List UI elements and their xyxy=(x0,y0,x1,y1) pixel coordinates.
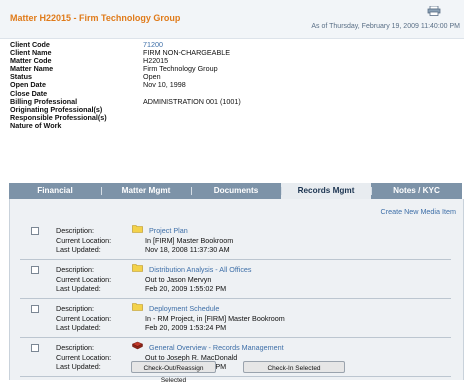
folder-icon xyxy=(132,263,143,272)
info-label: Nature of Work xyxy=(10,120,62,130)
book-icon xyxy=(131,341,144,350)
record-item: Description: Distribution Analysis - All … xyxy=(20,262,451,299)
tab-separator xyxy=(191,187,192,195)
info-value: Nov 10, 1998 xyxy=(143,80,186,90)
description-label: Description: xyxy=(56,304,94,313)
location-label: Current Location: xyxy=(56,353,112,362)
page-header: Matter H22015 - Firm Technology Group As… xyxy=(0,0,464,39)
record-updated: Feb 20, 2009 1:53:24 PM xyxy=(145,323,227,332)
record-title-link[interactable]: General Overview - Records Management xyxy=(149,343,284,352)
tab-separator xyxy=(101,187,102,195)
record-title-link[interactable]: Distribution Analysis - All Offices xyxy=(149,265,252,274)
record-item: Description: General Overview - Records M… xyxy=(20,340,451,377)
updated-label: Last Updated: xyxy=(56,245,101,254)
location-label: Current Location: xyxy=(56,236,112,245)
record-location: Out to Jason Mervyn xyxy=(145,275,212,284)
check-in-button[interactable]: Check-In Selected xyxy=(243,361,345,373)
location-label: Current Location: xyxy=(56,314,112,323)
tab-separator xyxy=(371,187,372,195)
records-panel: Create New Media Item Description: Projec… xyxy=(9,199,464,380)
matter-page: Matter H22015 - Firm Technology Group As… xyxy=(0,0,464,384)
create-new-media-item-link[interactable]: Create New Media Item xyxy=(381,207,457,216)
record-checkbox[interactable] xyxy=(31,227,39,235)
record-title-link[interactable]: Deployment Schedule xyxy=(149,304,219,313)
as-of-timestamp: As of Thursday, February 19, 2009 11:40:… xyxy=(311,23,460,30)
record-location: In [FIRM] Master Bookroom xyxy=(145,236,234,245)
tab-separator xyxy=(281,187,282,195)
record-checkbox[interactable] xyxy=(31,344,39,352)
printer-icon[interactable] xyxy=(427,6,441,16)
record-checkbox[interactable] xyxy=(31,305,39,313)
tab-records-mgmt[interactable]: Records Mgmt xyxy=(281,183,371,199)
check-out-reassign-button[interactable]: Check-Out/Reassign Selected xyxy=(131,361,216,384)
info-value: ADMINISTRATION 001 (1001) xyxy=(143,96,241,106)
record-location: In - RM Project, in [FIRM] Master Bookro… xyxy=(145,314,285,323)
folder-icon xyxy=(132,224,143,233)
folder-icon xyxy=(132,302,143,311)
record-updated: Feb 20, 2009 1:55:02 PM xyxy=(145,284,227,293)
location-label: Current Location: xyxy=(56,275,112,284)
updated-label: Last Updated: xyxy=(56,284,101,293)
record-item: Description: Project Plan Current Location… xyxy=(20,223,451,260)
record-updated: Nov 18, 2008 11:37:30 AM xyxy=(145,245,230,254)
updated-label: Last Updated: xyxy=(56,323,101,332)
record-title-link[interactable]: Project Plan xyxy=(149,226,188,235)
page-title: Matter H22015 - Firm Technology Group xyxy=(10,13,181,23)
description-label: Description: xyxy=(56,343,94,352)
tab-financial[interactable]: Financial xyxy=(9,183,101,199)
description-label: Description: xyxy=(56,226,94,235)
tab-documents[interactable]: Documents xyxy=(191,183,281,199)
tab-notes-kyc[interactable]: Notes / KYC xyxy=(371,183,462,199)
updated-label: Last Updated: xyxy=(56,362,101,371)
tab-bar: Financial Matter Mgmt Documents Records Mgm… xyxy=(9,183,462,199)
tab-matter-mgmt[interactable]: Matter Mgmt xyxy=(101,183,191,199)
description-label: Description: xyxy=(56,265,94,274)
record-checkbox[interactable] xyxy=(31,266,39,274)
record-item: Description: Deployment Schedule Current L… xyxy=(20,301,451,338)
